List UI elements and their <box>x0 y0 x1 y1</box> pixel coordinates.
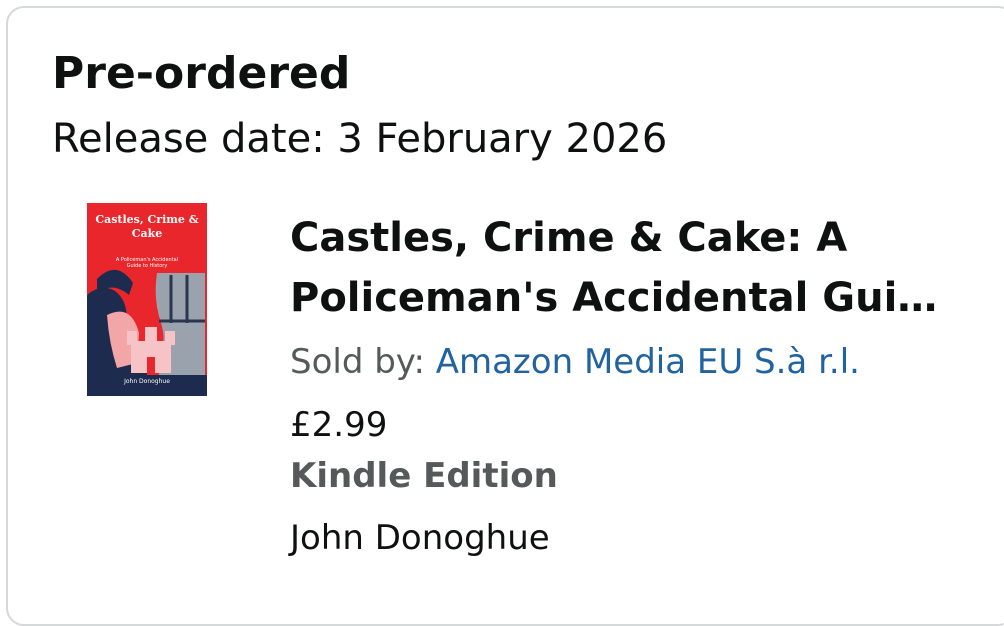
product-format: Kindle Edition <box>290 456 558 496</box>
order-status-heading: Pre-ordered <box>52 48 351 99</box>
seller-info: Sold by: Amazon Media EU S.à r.l. <box>290 336 860 388</box>
product-title-line-2: Policeman's Accidental Gui… <box>290 275 938 321</box>
cover-author-text: John Donoghue <box>124 378 170 385</box>
seller-link[interactable]: Amazon Media EU S.à r.l. <box>436 342 860 382</box>
cover-subtitle-text: A Policeman's Accidental Guide to Histor… <box>115 257 179 269</box>
product-title-line-1: Castles, Crime & Cake: A <box>290 215 848 261</box>
cover-title-text: Castles, Crime & Cake <box>95 213 199 240</box>
product-price: £2.99 <box>290 405 388 445</box>
seller-label: Sold by: <box>290 342 436 382</box>
product-author: John Donoghue <box>290 518 550 558</box>
book-cover-image[interactable]: Castles, Crime & Cake A Policeman's Acci… <box>87 203 207 396</box>
product-title-link[interactable]: Castles, Crime & Cake: A Policeman's Acc… <box>290 208 980 328</box>
release-date: Release date: 3 February 2026 <box>52 116 668 162</box>
